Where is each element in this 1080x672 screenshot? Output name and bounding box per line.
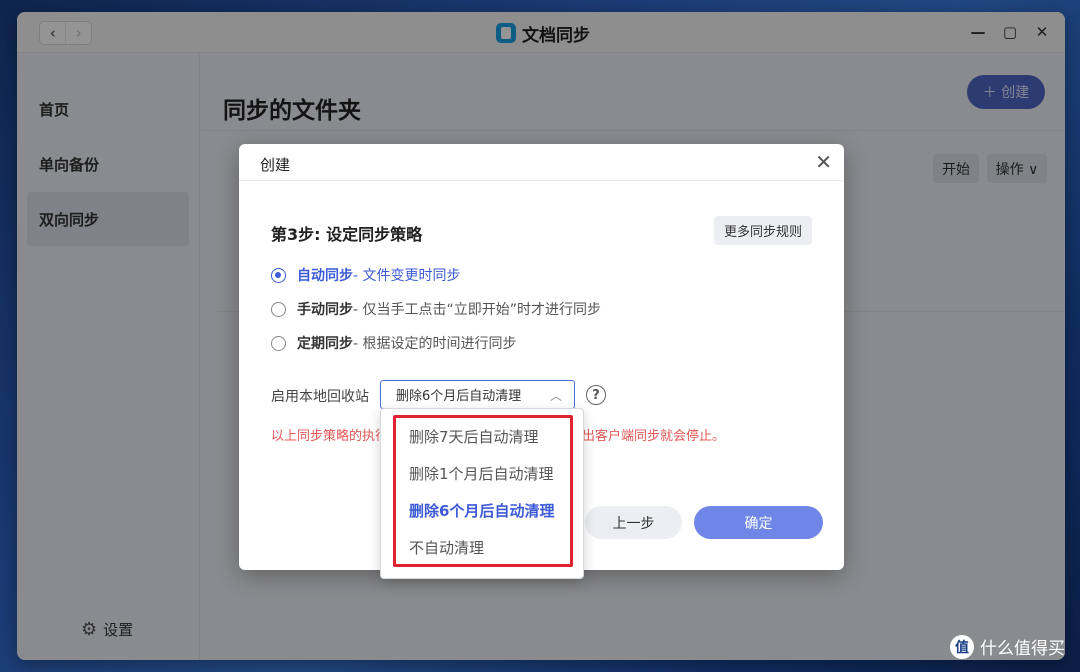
radio-button[interactable] xyxy=(271,335,286,351)
step-title: 第3步: 设定同步策略 xyxy=(271,225,423,244)
radio-manual-sync[interactable]: 手动同步 - 仅当手工点击“立即开始”时才进行同步 xyxy=(271,299,601,319)
more-rules-button[interactable]: 更多同步规则 xyxy=(714,216,812,245)
watermark-logo: 值 xyxy=(950,634,974,659)
dialog-header: 创建 ✕ xyxy=(239,144,844,181)
chevron-up-icon: ︿ xyxy=(549,389,562,403)
close-icon[interactable]: ✕ xyxy=(815,152,832,172)
option-desc: - 仅当手工点击“立即开始”时才进行同步 xyxy=(353,302,602,318)
radio-button-checked[interactable] xyxy=(271,267,286,283)
recycle-bin-label: 启用本地回收站 xyxy=(271,389,369,405)
watermark: 值 什么值得买 xyxy=(950,634,1065,659)
help-icon[interactable]: ? xyxy=(586,385,606,405)
option-name: 手动同步 xyxy=(297,302,353,318)
warning-text-left: 以上同步策略的执行 xyxy=(271,429,389,444)
radio-scheduled-sync[interactable]: 定期同步 - 根据设定的时间进行同步 xyxy=(271,333,517,353)
annotation-highlight-box xyxy=(393,415,573,567)
option-desc: - 文件变更时同步 xyxy=(353,268,461,284)
radio-button[interactable] xyxy=(271,301,286,317)
option-desc: - 根据设定的时间进行同步 xyxy=(353,336,517,352)
watermark-text: 什么值得买 xyxy=(980,639,1065,659)
dialog-title: 创建 xyxy=(260,156,291,174)
radio-auto-sync[interactable]: 自动同步 - 文件变更时同步 xyxy=(271,265,461,285)
option-name: 自动同步 xyxy=(297,268,353,284)
confirm-button[interactable]: 确定 xyxy=(694,506,823,539)
warning-text-right: 出客户端同步就会停止。 xyxy=(582,429,726,444)
recycle-select-value: 删除6个月后自动清理 xyxy=(396,389,522,404)
recycle-bin-select[interactable]: 删除6个月后自动清理 ︿ xyxy=(380,380,575,409)
previous-step-button[interactable]: 上一步 xyxy=(585,506,682,539)
option-name: 定期同步 xyxy=(297,336,353,352)
